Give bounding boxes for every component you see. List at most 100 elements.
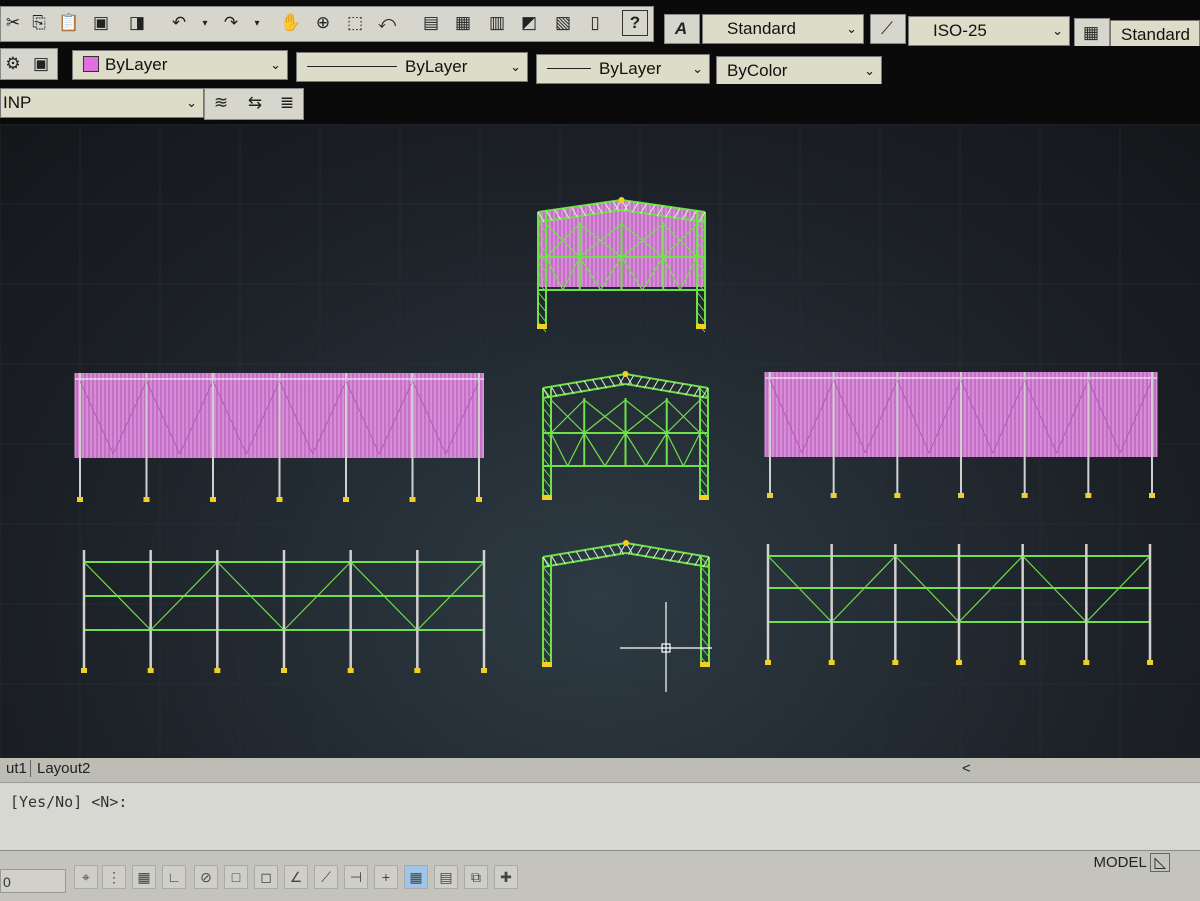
- layer-select[interactable]: INP ⌄: [0, 88, 204, 118]
- column-lacing: [542, 467, 552, 479]
- markup-icon[interactable]: ▧: [550, 10, 576, 36]
- snap-mode-icon[interactable]: ⋮: [102, 865, 126, 889]
- base-plate: [700, 662, 710, 667]
- transparency-icon[interactable]: ▦: [404, 865, 428, 889]
- base-plate: [214, 668, 221, 673]
- text-style-icon[interactable]: A: [668, 16, 694, 42]
- color-control-select[interactable]: ByLayer ⌄: [72, 50, 288, 80]
- column-lacing: [700, 586, 710, 598]
- plotstyle-control-select[interactable]: ByColor ⌄: [716, 56, 882, 86]
- chevron-down-icon: ⌄: [510, 59, 521, 74]
- base-plate: [343, 497, 349, 502]
- chevron-down-icon: ⌄: [692, 61, 703, 76]
- linetype-control-select[interactable]: ByLayer ⌄: [296, 52, 528, 82]
- osnap-icon[interactable]: □: [224, 865, 248, 889]
- tab-layout2[interactable]: Layout2: [30, 760, 96, 777]
- plotstyle-control-value: ByColor: [727, 61, 788, 80]
- selection-cycling-icon[interactable]: ⧉: [464, 865, 488, 889]
- base-plate: [210, 497, 216, 502]
- brace: [583, 432, 606, 467]
- tab-layout1[interactable]: ut1: [0, 760, 33, 777]
- table-style-value: Standard: [1121, 25, 1190, 44]
- base-plate: [481, 668, 487, 673]
- redo-dropdown-icon[interactable]: ▾: [244, 10, 270, 36]
- zoom-realtime-icon[interactable]: ⊕: [310, 10, 336, 36]
- ridge-node: [622, 371, 629, 377]
- column-lacing: [699, 477, 709, 489]
- lineweight-control-select[interactable]: ByLayer ⌄: [536, 54, 710, 84]
- properties-icon[interactable]: ▤: [418, 10, 444, 36]
- ortho-icon[interactable]: ∟: [162, 865, 186, 889]
- brace: [666, 432, 684, 467]
- grid-icon[interactable]: ▦: [132, 865, 156, 889]
- linetype-preview: [307, 66, 397, 67]
- column-lacing: [542, 477, 552, 489]
- calculator-icon[interactable]: ▯: [582, 10, 608, 36]
- ducs-icon[interactable]: ⟋: [314, 865, 338, 889]
- tool-palettes-icon[interactable]: ▥: [484, 10, 510, 36]
- layer-previous-icon[interactable]: ⇆: [242, 90, 268, 116]
- text-style-select[interactable]: Standard ⌄: [702, 14, 864, 44]
- lineweight-preview: [547, 68, 591, 69]
- column-lacing: [542, 576, 552, 588]
- base-plate: [77, 497, 83, 502]
- snap-icon[interactable]: ⌖: [74, 865, 98, 889]
- base-plate: [542, 662, 552, 667]
- sheet-set-icon[interactable]: ◩: [516, 10, 542, 36]
- cut-icon[interactable]: ✂: [0, 10, 26, 36]
- column-lacing: [537, 301, 547, 313]
- annotation-monitor-icon[interactable]: ✚: [494, 865, 518, 889]
- base-plate: [276, 497, 283, 502]
- column-lacing: [542, 566, 552, 578]
- undo-dropdown-icon[interactable]: ▾: [192, 10, 218, 36]
- drawing-canvas[interactable]: [0, 124, 1200, 758]
- layer-states-icon[interactable]: ≣: [274, 90, 300, 116]
- table-style-icon[interactable]: ▦: [1078, 20, 1104, 46]
- coordinate-readout: 0: [0, 869, 66, 893]
- polar-icon[interactable]: ⊘: [194, 865, 218, 889]
- lineweight-icon[interactable]: +: [374, 865, 398, 889]
- base-plate: [699, 495, 709, 500]
- base-plate: [892, 660, 899, 665]
- quick-properties-icon[interactable]: ▤: [434, 865, 458, 889]
- column-lacing: [542, 397, 552, 409]
- brace: [604, 432, 627, 467]
- block-editor-icon[interactable]: ◨: [124, 10, 150, 36]
- base-plate: [147, 668, 154, 673]
- column-lacing: [696, 301, 706, 313]
- column-lacing: [542, 636, 552, 648]
- redo-icon[interactable]: ↷: [218, 10, 244, 36]
- layout-tabs-bar: ut1 Layout2 <: [0, 758, 1200, 782]
- model-space-label[interactable]: MODEL ◺: [1093, 853, 1170, 872]
- help-icon[interactable]: ?: [622, 10, 648, 36]
- model-space-icon[interactable]: ◺: [1150, 853, 1170, 872]
- command-window[interactable]: [Yes/No] <N>:: [0, 782, 1200, 851]
- column-lacing: [700, 576, 710, 588]
- dimension-style-icon[interactable]: ⟋: [874, 16, 900, 42]
- otrack-icon[interactable]: ∠: [284, 865, 308, 889]
- layer-previous-icon[interactable]: ▣: [28, 51, 54, 77]
- brace: [682, 432, 701, 467]
- 3d-osnap-icon[interactable]: ◻: [254, 865, 278, 889]
- make-object-layer-current-icon[interactable]: ≋: [208, 90, 234, 116]
- dyn-icon[interactable]: ⊣: [344, 865, 368, 889]
- base-plate: [956, 660, 962, 665]
- scroll-left-icon[interactable]: <: [956, 760, 977, 777]
- brace: [567, 432, 585, 467]
- paste-icon[interactable]: 📋: [56, 10, 82, 36]
- undo-icon[interactable]: ↶: [166, 10, 192, 36]
- column-lacing: [699, 437, 709, 449]
- pan-icon[interactable]: ✋: [278, 10, 304, 36]
- copy-icon[interactable]: ⎘: [26, 10, 52, 36]
- zoom-previous-icon[interactable]: ⤺: [374, 10, 400, 36]
- design-center-icon[interactable]: ▦: [450, 10, 476, 36]
- layer-settings-icon[interactable]: ⚙: [0, 51, 26, 77]
- ridge-node: [623, 540, 629, 546]
- column-lacing: [700, 596, 710, 608]
- column-lacing: [537, 291, 547, 303]
- dim-style-select[interactable]: ISO-25 ⌄: [908, 16, 1070, 46]
- zoom-window-icon[interactable]: ⬚: [342, 10, 368, 36]
- match-properties-icon[interactable]: ▣: [88, 10, 114, 36]
- column-lacing: [700, 636, 710, 648]
- column-lacing: [696, 291, 706, 303]
